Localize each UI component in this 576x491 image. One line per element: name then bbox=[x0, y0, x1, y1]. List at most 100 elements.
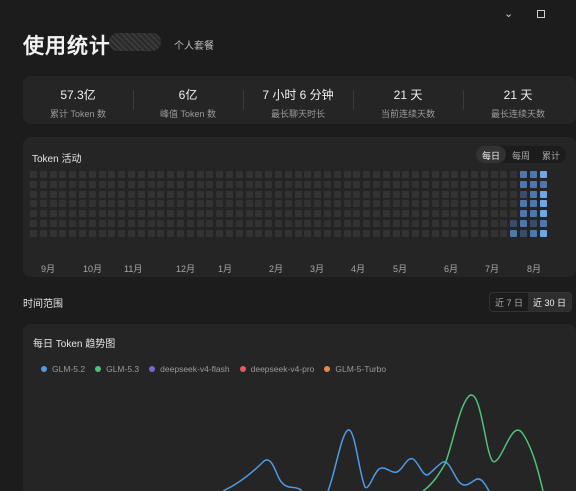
heatmap-cell[interactable] bbox=[500, 220, 507, 227]
heatmap-cell[interactable] bbox=[451, 230, 458, 237]
heatmap-cell[interactable] bbox=[265, 230, 272, 237]
heatmap-cell[interactable] bbox=[432, 210, 439, 217]
heatmap-cell[interactable] bbox=[50, 171, 57, 178]
heatmap-cell[interactable] bbox=[530, 191, 537, 198]
heatmap-cell[interactable] bbox=[246, 230, 253, 237]
heatmap-cell[interactable] bbox=[246, 220, 253, 227]
heatmap-cell[interactable] bbox=[461, 230, 468, 237]
heatmap-cell[interactable] bbox=[383, 230, 390, 237]
heatmap-cell[interactable] bbox=[353, 191, 360, 198]
heatmap-cell[interactable] bbox=[236, 171, 243, 178]
heatmap-cell[interactable] bbox=[344, 230, 351, 237]
heatmap-cell[interactable] bbox=[255, 210, 262, 217]
heatmap-cell[interactable] bbox=[334, 200, 341, 207]
heatmap-cell[interactable] bbox=[99, 220, 106, 227]
heatmap-cell[interactable] bbox=[314, 220, 321, 227]
heatmap-cell[interactable] bbox=[246, 210, 253, 217]
heatmap-cell[interactable] bbox=[471, 210, 478, 217]
heatmap-cell[interactable] bbox=[373, 210, 380, 217]
heatmap-cell[interactable] bbox=[157, 230, 164, 237]
heatmap-cell[interactable] bbox=[324, 220, 331, 227]
heatmap-cell[interactable] bbox=[540, 220, 547, 227]
heatmap-cell[interactable] bbox=[30, 210, 37, 217]
heatmap-cell[interactable] bbox=[89, 220, 96, 227]
heatmap-cell[interactable] bbox=[334, 220, 341, 227]
heatmap-cell[interactable] bbox=[187, 220, 194, 227]
heatmap-cell[interactable] bbox=[451, 200, 458, 207]
heatmap-cell[interactable] bbox=[236, 200, 243, 207]
heatmap-cell[interactable] bbox=[530, 230, 537, 237]
heatmap-cell[interactable] bbox=[383, 181, 390, 188]
heatmap-cell[interactable] bbox=[275, 171, 282, 178]
heatmap-cell[interactable] bbox=[393, 191, 400, 198]
heatmap-cell[interactable] bbox=[167, 230, 174, 237]
heatmap-cell[interactable] bbox=[481, 210, 488, 217]
heatmap-cell[interactable] bbox=[540, 171, 547, 178]
heatmap-cell[interactable] bbox=[442, 200, 449, 207]
heatmap-cell[interactable] bbox=[246, 181, 253, 188]
heatmap-cell[interactable] bbox=[206, 181, 213, 188]
heatmap-cell[interactable] bbox=[500, 230, 507, 237]
heatmap-cell[interactable] bbox=[520, 210, 527, 217]
heatmap-cell[interactable] bbox=[442, 210, 449, 217]
heatmap-cell[interactable] bbox=[40, 191, 47, 198]
heatmap-cell[interactable] bbox=[138, 181, 145, 188]
chevron-down-icon[interactable]: ⌄ bbox=[504, 7, 513, 20]
heatmap-cell[interactable] bbox=[138, 171, 145, 178]
heatmap-cell[interactable] bbox=[412, 200, 419, 207]
heatmap-cell[interactable] bbox=[108, 181, 115, 188]
heatmap-cell[interactable] bbox=[412, 191, 419, 198]
heatmap-cell[interactable] bbox=[265, 191, 272, 198]
heatmap-cell[interactable] bbox=[500, 181, 507, 188]
heatmap-cell[interactable] bbox=[295, 200, 302, 207]
heatmap-cell[interactable] bbox=[412, 181, 419, 188]
range-7-days[interactable]: 近 7 日 bbox=[490, 293, 528, 311]
heatmap-cell[interactable] bbox=[226, 181, 233, 188]
heatmap-cell[interactable] bbox=[187, 200, 194, 207]
heatmap-cell[interactable] bbox=[510, 210, 517, 217]
heatmap-cell[interactable] bbox=[177, 200, 184, 207]
heatmap-cell[interactable] bbox=[285, 171, 292, 178]
heatmap-cell[interactable] bbox=[481, 220, 488, 227]
heatmap-cell[interactable] bbox=[79, 210, 86, 217]
heatmap-cell[interactable] bbox=[520, 191, 527, 198]
heatmap-cell[interactable] bbox=[206, 220, 213, 227]
heatmap-cell[interactable] bbox=[510, 200, 517, 207]
heatmap-cell[interactable] bbox=[167, 171, 174, 178]
heatmap-cell[interactable] bbox=[295, 181, 302, 188]
heatmap-cell[interactable] bbox=[500, 191, 507, 198]
heatmap-cell[interactable] bbox=[471, 220, 478, 227]
heatmap-cell[interactable] bbox=[461, 171, 468, 178]
heatmap-cell[interactable] bbox=[285, 230, 292, 237]
heatmap-cell[interactable] bbox=[353, 181, 360, 188]
heatmap-cell[interactable] bbox=[344, 191, 351, 198]
heatmap-cell[interactable] bbox=[118, 230, 125, 237]
heatmap-cell[interactable] bbox=[520, 230, 527, 237]
heatmap-cell[interactable] bbox=[383, 191, 390, 198]
heatmap-cell[interactable] bbox=[363, 210, 370, 217]
heatmap-cell[interactable] bbox=[108, 200, 115, 207]
heatmap-cell[interactable] bbox=[295, 171, 302, 178]
heatmap-cell[interactable] bbox=[108, 230, 115, 237]
heatmap-cell[interactable] bbox=[99, 181, 106, 188]
heatmap-cell[interactable] bbox=[491, 210, 498, 217]
heatmap-cell[interactable] bbox=[334, 210, 341, 217]
heatmap-cell[interactable] bbox=[255, 181, 262, 188]
heatmap-cell[interactable] bbox=[314, 210, 321, 217]
heatmap-cell[interactable] bbox=[255, 191, 262, 198]
heatmap-cell[interactable] bbox=[128, 210, 135, 217]
maximize-icon[interactable] bbox=[537, 10, 545, 18]
heatmap-cell[interactable] bbox=[79, 171, 86, 178]
heatmap-cell[interactable] bbox=[30, 230, 37, 237]
heatmap-cell[interactable] bbox=[540, 200, 547, 207]
heatmap-cell[interactable] bbox=[89, 200, 96, 207]
heatmap-cell[interactable] bbox=[491, 181, 498, 188]
heatmap-cell[interactable] bbox=[393, 200, 400, 207]
heatmap-cell[interactable] bbox=[157, 181, 164, 188]
heatmap-cell[interactable] bbox=[187, 171, 194, 178]
tab-cumulative[interactable]: 累计 bbox=[536, 146, 566, 163]
heatmap-cell[interactable] bbox=[69, 171, 76, 178]
legend-item[interactable]: deepseek-v4-pro bbox=[239, 364, 314, 374]
heatmap-cell[interactable] bbox=[353, 210, 360, 217]
heatmap-cell[interactable] bbox=[89, 230, 96, 237]
